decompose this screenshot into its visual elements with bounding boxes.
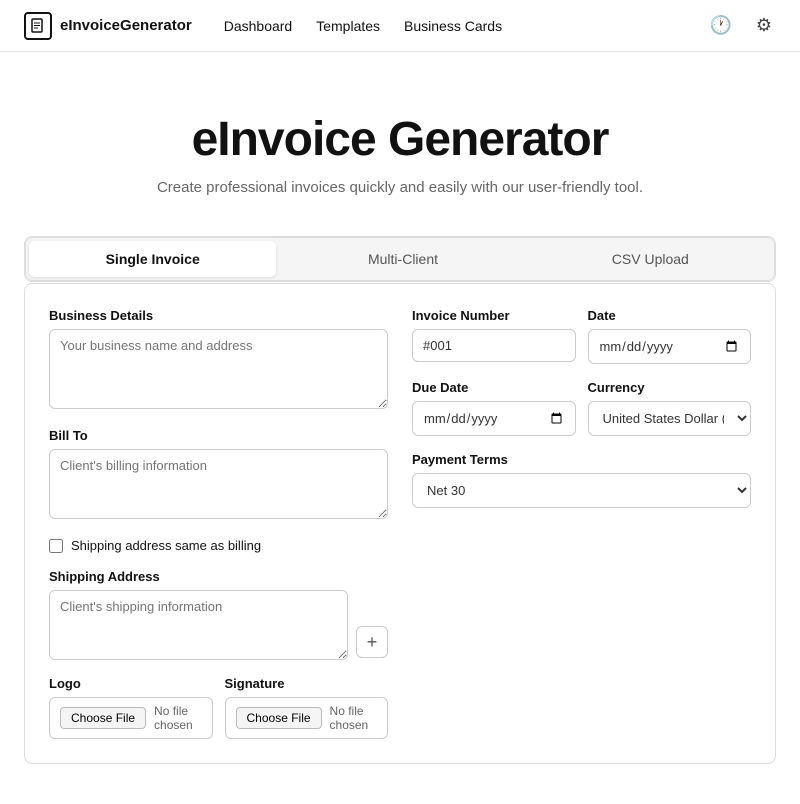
tab-csv-upload[interactable]: CSV Upload bbox=[527, 238, 774, 280]
business-details-field: Business Details bbox=[49, 308, 388, 412]
payment-terms-label: Payment Terms bbox=[412, 452, 751, 467]
payment-terms-select[interactable]: Net 30 Net 15 Net 60 Due on Receipt bbox=[412, 473, 751, 508]
logo-icon bbox=[24, 12, 52, 40]
invoice-number-label: Invoice Number bbox=[412, 308, 576, 323]
nav-templates[interactable]: Templates bbox=[316, 18, 380, 34]
invoice-number-field: Invoice Number bbox=[412, 308, 576, 364]
nav-icon-group: 🕐 ⚙ bbox=[705, 11, 776, 40]
signature-file-name: No file chosen bbox=[330, 704, 377, 732]
due-date-input[interactable] bbox=[412, 401, 576, 436]
settings-icon-button[interactable]: ⚙ bbox=[752, 11, 776, 40]
tab-multi-client[interactable]: Multi-Client bbox=[279, 238, 526, 280]
due-date-field: Due Date bbox=[412, 380, 576, 436]
nav-links: Dashboard Templates Business Cards bbox=[224, 18, 706, 34]
date-field: Date bbox=[588, 308, 752, 364]
hero-subtitle: Create professional invoices quickly and… bbox=[24, 179, 776, 196]
signature-file-wrap: Choose File No file chosen bbox=[225, 697, 389, 739]
date-input[interactable] bbox=[588, 329, 752, 364]
logo-field: Logo Choose File No file chosen bbox=[49, 676, 213, 739]
payment-terms-field: Payment Terms Net 30 Net 15 Net 60 Due o… bbox=[412, 452, 751, 508]
tabs-wrapper: Single Invoice Multi-Client CSV Upload bbox=[24, 236, 776, 282]
tab-single-invoice[interactable]: Single Invoice bbox=[29, 241, 276, 277]
nav-business-cards[interactable]: Business Cards bbox=[404, 18, 502, 34]
shipping-row: + bbox=[49, 590, 388, 660]
logo-file-name: No file chosen bbox=[154, 704, 201, 732]
hero-section: eInvoice Generator Create professional i… bbox=[0, 52, 800, 236]
shipping-same-checkbox[interactable] bbox=[49, 539, 63, 553]
history-icon-button[interactable]: 🕐 bbox=[705, 11, 735, 40]
currency-label: Currency bbox=[588, 380, 752, 395]
add-shipping-button[interactable]: + bbox=[356, 626, 388, 658]
shipping-address-field: Shipping Address + bbox=[49, 569, 388, 660]
bill-to-label: Bill To bbox=[49, 428, 388, 443]
form-left-col: Business Details Bill To Shipping addres… bbox=[49, 308, 388, 739]
currency-select[interactable]: United States Dollar (USD) Euro (EUR) Br… bbox=[588, 401, 752, 436]
signature-choose-file-button[interactable]: Choose File bbox=[236, 707, 322, 729]
history-icon: 🕐 bbox=[709, 15, 731, 35]
settings-icon: ⚙ bbox=[756, 15, 772, 35]
main-content: Single Invoice Multi-Client CSV Upload B… bbox=[0, 236, 800, 804]
business-details-textarea[interactable] bbox=[49, 329, 388, 409]
bill-to-field: Bill To bbox=[49, 428, 388, 522]
form-grid: Business Details Bill To Shipping addres… bbox=[49, 308, 751, 739]
signature-label: Signature bbox=[225, 676, 389, 691]
file-inputs-row: Logo Choose File No file chosen Signatur… bbox=[49, 676, 388, 739]
due-date-label: Due Date bbox=[412, 380, 576, 395]
bill-to-textarea[interactable] bbox=[49, 449, 388, 519]
hero-title: eInvoice Generator bbox=[24, 112, 776, 167]
logo-label: Logo bbox=[49, 676, 213, 691]
currency-field: Currency United States Dollar (USD) Euro… bbox=[588, 380, 752, 436]
navbar: eInvoiceGenerator Dashboard Templates Bu… bbox=[0, 0, 800, 52]
due-currency-row: Due Date Currency United States Dollar (… bbox=[412, 380, 751, 436]
invoice-date-row: Invoice Number Date bbox=[412, 308, 751, 364]
business-details-label: Business Details bbox=[49, 308, 388, 323]
logo-text: eInvoiceGenerator bbox=[60, 17, 192, 34]
date-label: Date bbox=[588, 308, 752, 323]
logo-file-wrap: Choose File No file chosen bbox=[49, 697, 213, 739]
shipping-address-textarea[interactable] bbox=[49, 590, 348, 660]
logo: eInvoiceGenerator bbox=[24, 12, 192, 40]
invoice-number-input[interactable] bbox=[412, 329, 576, 362]
signature-field: Signature Choose File No file chosen bbox=[225, 676, 389, 739]
logo-choose-file-button[interactable]: Choose File bbox=[60, 707, 146, 729]
shipping-checkbox-row: Shipping address same as billing bbox=[49, 538, 388, 553]
form-right-col: Invoice Number Date Due Date Cu bbox=[412, 308, 751, 739]
nav-dashboard[interactable]: Dashboard bbox=[224, 18, 293, 34]
form-card: Business Details Bill To Shipping addres… bbox=[24, 283, 776, 764]
shipping-address-label: Shipping Address bbox=[49, 569, 388, 584]
tab-bar: Single Invoice Multi-Client CSV Upload bbox=[25, 237, 775, 281]
shipping-same-label[interactable]: Shipping address same as billing bbox=[71, 538, 261, 553]
